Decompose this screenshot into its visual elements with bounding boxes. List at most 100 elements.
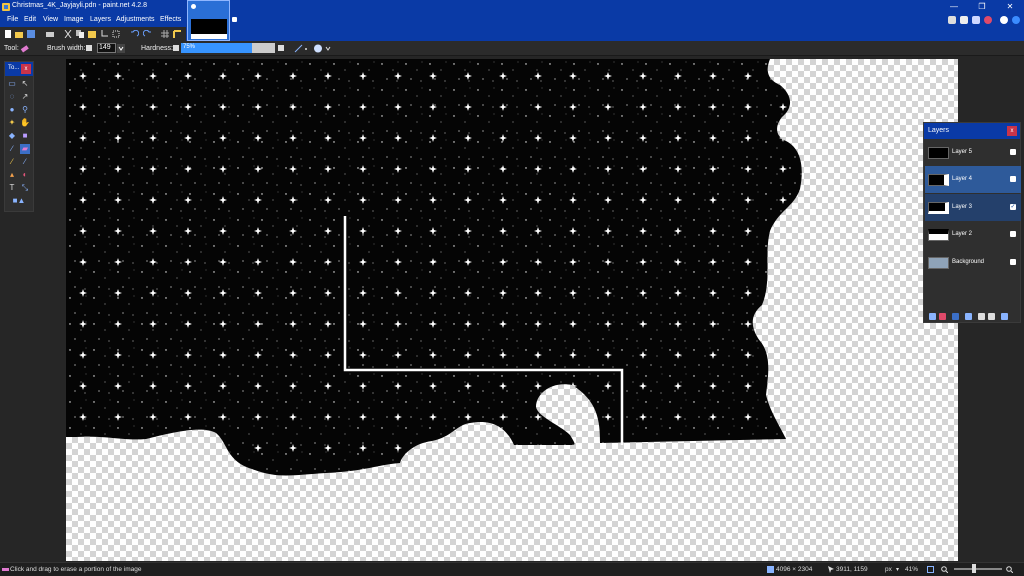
pencil-icon[interactable]: ∕ [7,157,17,167]
hardness-decrease-icon[interactable] [173,45,179,51]
paste-icon[interactable] [88,30,96,38]
tools-panel-close-button[interactable]: x [21,64,31,74]
layer-row[interactable]: Background [925,249,1021,276]
layer-visibility-checkbox[interactable] [1010,231,1016,237]
zoom-value: 41% [905,566,919,573]
open-file-icon[interactable] [15,30,23,38]
blend-mode-icon[interactable] [313,44,331,53]
document-tab[interactable] [187,0,230,41]
layer-visibility-checkbox[interactable]: ✓ [1010,204,1016,210]
menu-file[interactable]: File [7,16,18,23]
hardness-slider[interactable]: 75% [181,43,275,53]
menu-adjustments[interactable]: Adjustments [116,16,155,23]
eraser-icon[interactable]: ▰ [20,144,30,154]
hardness-label: Hardness: [141,45,173,52]
brush-width-dropdown-icon[interactable] [117,44,125,53]
save-icon[interactable] [27,30,35,38]
paint-bucket-icon[interactable]: ◆ [7,131,17,141]
lasso-select-icon[interactable]: ◌ [7,92,17,102]
layer-thumbnail [928,257,949,269]
menu-layers[interactable]: Layers [90,16,111,23]
brush-width-decrease-icon[interactable] [86,45,92,51]
colors-toggle-icon[interactable] [984,14,993,27]
antialiasing-icon[interactable] [294,44,308,53]
image-size: 4096 × 2304 [776,566,813,573]
layers-toggle-icon[interactable] [972,14,981,27]
zoom-in-icon[interactable] [1006,566,1013,573]
crop-icon[interactable] [100,30,108,38]
layer-row[interactable]: Layer 3 ✓ [925,194,1021,221]
zoom-slider[interactable] [954,568,1002,570]
merge-layer-icon[interactable] [965,313,972,320]
ellipse-select-icon[interactable]: ● [7,105,17,115]
menu-view[interactable]: View [43,16,58,23]
window-title: Christmas_4K_Jayjayli.pdn - paint.net 4.… [12,2,148,9]
ruler-icon[interactable] [173,30,181,38]
shapes-icon[interactable]: ■▲ [11,196,27,206]
zoom-out-icon[interactable] [941,566,948,573]
move-layer-down-icon[interactable] [988,313,995,320]
line-curve-icon[interactable]: ⤡ [20,183,30,193]
layer-name: Background [952,259,985,265]
move-selection-alt-icon[interactable]: ↗ [20,92,30,102]
layer-row[interactable]: Layer 5 [925,139,1021,166]
units-dropdown-icon[interactable]: ▾ [896,566,899,573]
paintbrush-icon[interactable]: ∕ [7,144,17,154]
new-file-icon[interactable] [4,30,12,38]
tools-toggle-icon[interactable] [948,14,957,27]
menu-edit[interactable]: Edit [24,16,36,23]
gradient-icon[interactable]: ■ [20,131,30,141]
magic-wand-icon[interactable]: ✦ [7,118,17,128]
layer-thumbnail [928,229,949,241]
undo-icon[interactable] [131,30,139,38]
hardness-increase-icon[interactable] [278,45,284,51]
settings-gear-icon[interactable] [1000,14,1009,27]
copy-icon[interactable] [76,30,84,38]
layer-row[interactable]: Layer 4 [925,166,1021,193]
hardness-value: 75% [183,44,196,50]
move-selection-icon[interactable]: ↖ [20,79,30,89]
menu-image[interactable]: Image [64,16,83,23]
tools-panel-title: To... [8,65,20,71]
tab-close-dot[interactable] [191,4,196,9]
image-canvas[interactable] [66,59,958,561]
layer-row[interactable]: Layer 2 [925,221,1021,248]
text-icon[interactable]: T [7,183,17,193]
zoom-icon[interactable]: ⚲ [20,105,30,115]
redo-icon[interactable] [143,30,151,38]
layer-properties-icon[interactable] [1001,313,1008,320]
eraser-status-icon [2,568,9,571]
recolor-icon[interactable]: ◐ [20,170,30,180]
print-icon[interactable] [46,30,54,38]
rectangle-select-icon[interactable]: ▭ [7,79,17,89]
help-icon[interactable] [1012,14,1021,27]
history-toggle-icon[interactable] [960,14,969,27]
eraser-tool-icon[interactable] [20,44,29,53]
tab-dropdown-icon[interactable] [232,17,237,22]
layer-visibility-checkbox[interactable] [1010,149,1016,155]
menu-effects[interactable]: Effects [160,16,181,23]
delete-layer-icon[interactable] [939,313,946,320]
grid-icon[interactable] [161,30,169,38]
duplicate-layer-icon[interactable] [952,313,959,320]
zoom-to-window-icon[interactable] [927,566,934,573]
layer-visibility-checkbox[interactable] [1010,176,1016,182]
zoom-slider-thumb[interactable] [972,564,976,573]
tool-options-bar: Tool: Brush width: Hardness: [0,41,1024,56]
add-layer-icon[interactable] [929,313,936,320]
deselect-icon[interactable] [112,30,120,38]
color-picker-icon[interactable]: ∕ [20,157,30,167]
layer-thumbnail [928,174,949,186]
pan-hand-icon[interactable]: ✋ [20,118,30,128]
brush-width-input[interactable]: 149 [97,43,116,53]
restore-button[interactable]: ❐ [968,0,996,14]
minimize-button[interactable]: — [940,0,968,14]
layers-panel-close-button[interactable]: x [1007,126,1017,136]
layer-visibility-checkbox[interactable] [1010,259,1016,265]
close-button[interactable]: ✕ [996,0,1024,14]
move-layer-up-icon[interactable] [978,313,985,320]
status-bar: Click and drag to erase a portion of the… [0,562,1024,576]
cut-icon[interactable] [64,30,72,38]
clone-stamp-icon[interactable]: ▴ [7,170,17,180]
units-selector[interactable]: px [885,566,892,573]
